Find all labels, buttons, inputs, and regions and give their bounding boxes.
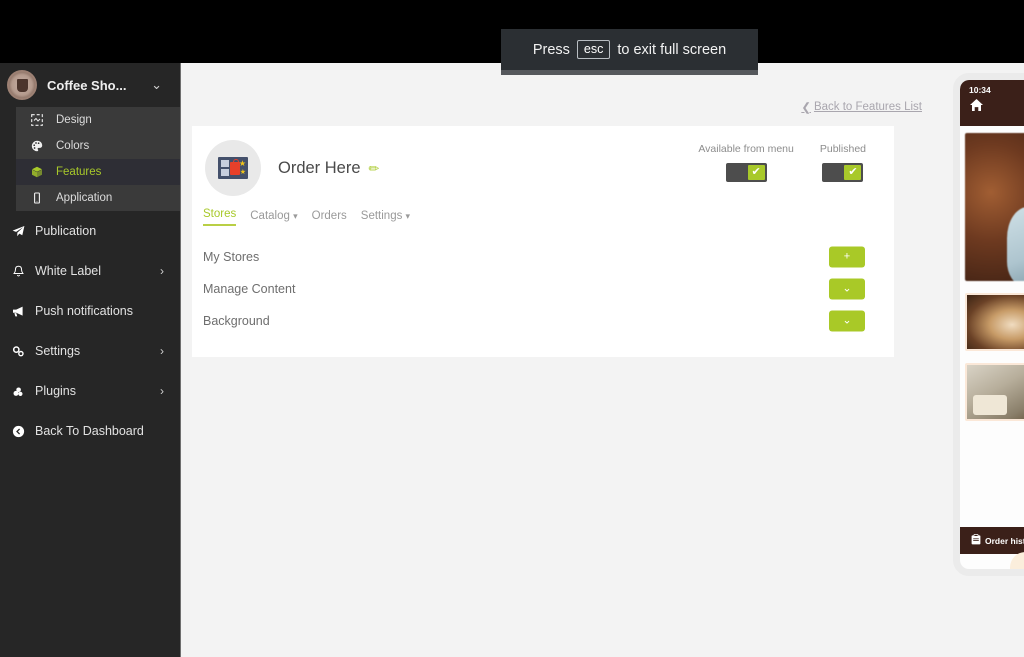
tab-label: Settings — [360, 210, 403, 222]
tab-stores[interactable]: Stores — [203, 208, 237, 226]
toggle-label: Available from menu — [698, 143, 794, 155]
list-item[interactable] — [965, 363, 1024, 421]
phone-status-header: 10:34 — [960, 80, 1024, 126]
tab-label: Catalog — [250, 210, 290, 222]
edit-pencil-icon[interactable]: ✏ — [369, 161, 380, 177]
toggle-available-from-menu[interactable]: ✔ — [725, 163, 767, 182]
coffee-cup-logo-icon — [7, 70, 37, 100]
page-title: Order Here — [278, 159, 361, 177]
esc-key-badge: esc — [576, 39, 611, 60]
order-history-label: Order history — [985, 535, 1024, 546]
chevron-down-icon: ⌄ — [151, 77, 162, 92]
paper-plane-icon — [8, 225, 28, 238]
megaphone-icon — [8, 305, 28, 318]
list-item: Manage Content ⌄ — [203, 273, 883, 304]
back-circle-icon — [8, 425, 28, 438]
list-item: Background ⌄ — [203, 305, 883, 336]
chevron-right-icon: › — [160, 384, 164, 398]
bell-icon — [8, 265, 28, 278]
fullscreen-exit-banner: Press esc to exit full screen — [501, 29, 758, 70]
back-link-label: Back to Features List — [813, 101, 922, 113]
home-icon[interactable] — [969, 98, 1024, 116]
sidebar-item-label: White Label — [35, 264, 102, 278]
chevron-left-icon: ❮ — [801, 102, 811, 114]
toggle-available-from-menu-group: Available from menu ✔ — [698, 143, 794, 182]
feature-toggles: Available from menu ✔ Published ✔ — [698, 143, 866, 182]
caret-down-icon: ▾ — [405, 211, 411, 221]
sidebar-item-application[interactable]: Application — [16, 185, 180, 211]
sidebar-item-push-notifications[interactable]: Push notifications — [0, 291, 180, 331]
clipboard-icon — [971, 533, 981, 548]
feature-tabs: Stores Catalog ▾ Orders Settings ▾ — [203, 208, 410, 226]
hero-pill — [1010, 552, 1024, 569]
row-label: Manage Content — [203, 281, 296, 296]
check-icon: ✔ — [747, 165, 765, 180]
back-to-features-list-link[interactable]: ❮ Back to Features List — [801, 100, 922, 114]
app-window: Coffee Sho... ⌄ Design Colors Features A… — [0, 63, 1024, 657]
sidebar-item-label: Back To Dashboard — [35, 424, 144, 438]
brand-selector[interactable]: Coffee Sho... ⌄ — [0, 63, 180, 107]
toggle-label: Published — [819, 143, 866, 155]
sidebar-item-colors[interactable]: Colors — [16, 133, 180, 159]
phone-preview-panel: 10:34 Order history — [940, 63, 1024, 657]
tab-orders[interactable]: Orders — [312, 210, 347, 226]
sidebar-item-white-label[interactable]: White Label › — [0, 251, 180, 291]
row-label: My Stores — [203, 249, 260, 264]
list-item[interactable] — [965, 293, 1024, 351]
sidebar-item-design[interactable]: Design — [16, 107, 180, 133]
sidebar-item-label: Publication — [35, 224, 97, 238]
sidebar-item-back-to-dashboard[interactable]: Back To Dashboard — [0, 411, 180, 451]
chevron-right-icon: › — [160, 344, 164, 358]
sidebar-item-label: Features — [56, 166, 102, 178]
hero-image — [965, 133, 1024, 281]
plugins-icon — [8, 385, 28, 398]
tab-label: Orders — [311, 210, 347, 222]
sidebar-item-plugins[interactable]: Plugins › — [0, 371, 180, 411]
phone-body — [960, 126, 1024, 569]
sidebar-item-settings[interactable]: Settings › — [0, 331, 180, 371]
order-here-feature-icon: ★ ★ — [205, 140, 261, 196]
chevron-right-icon: › — [160, 264, 164, 278]
caret-down-icon: ▾ — [293, 211, 298, 221]
sidebar-item-label: Plugins — [35, 384, 76, 398]
sidebar-item-label: Settings — [35, 344, 81, 358]
sidebar-item-label: Design — [56, 114, 92, 126]
main-content: ❮ Back to Features List ★ ★ Order Here ✏ — [180, 63, 940, 657]
mobile-icon — [26, 192, 48, 204]
tab-settings[interactable]: Settings ▾ — [361, 210, 410, 226]
palette-icon — [26, 140, 48, 152]
design-icon — [26, 114, 48, 126]
fullscreen-banner-suffix: to exit full screen — [617, 41, 727, 58]
sidebar-item-label: Application — [56, 192, 113, 204]
list-item: My Stores + — [203, 241, 883, 272]
order-history-button[interactable]: Order history — [960, 527, 1024, 554]
check-icon: ✔ — [844, 165, 862, 180]
cogs-icon — [8, 345, 28, 358]
phone-clock: 10:34 — [969, 85, 991, 95]
toggle-published-group: Published ✔ — [820, 143, 866, 182]
expand-background-button[interactable]: ⌄ — [829, 310, 865, 331]
toggle-published[interactable]: ✔ — [822, 163, 864, 182]
sidebar-item-label: Push notifications — [35, 304, 133, 318]
tab-catalog[interactable]: Catalog ▾ — [250, 210, 297, 226]
expand-manage-content-button[interactable]: ⌄ — [829, 278, 865, 299]
sidebar: Coffee Sho... ⌄ Design Colors Features A… — [0, 63, 180, 657]
fullscreen-banner-shadow — [501, 70, 758, 75]
feature-card: ★ ★ Order Here ✏ Available from menu ✔ P… — [192, 126, 894, 357]
sidebar-item-label: Colors — [56, 140, 90, 152]
cube-icon — [26, 166, 48, 178]
sidebar-submenu: Design Colors Features Application — [16, 107, 180, 211]
brand-name: Coffee Sho... — [47, 77, 127, 93]
row-label: Background — [203, 313, 270, 328]
sidebar-item-publication[interactable]: Publication — [0, 211, 180, 251]
feature-title-block: Order Here ✏ — [278, 159, 379, 178]
phone-mockup: 10:34 Order history — [953, 73, 1024, 576]
sidebar-item-features[interactable]: Features — [16, 159, 180, 185]
add-store-button[interactable]: + — [829, 246, 865, 267]
tab-label: Stores — [203, 208, 237, 220]
fullscreen-banner-prefix: Press — [532, 41, 570, 58]
